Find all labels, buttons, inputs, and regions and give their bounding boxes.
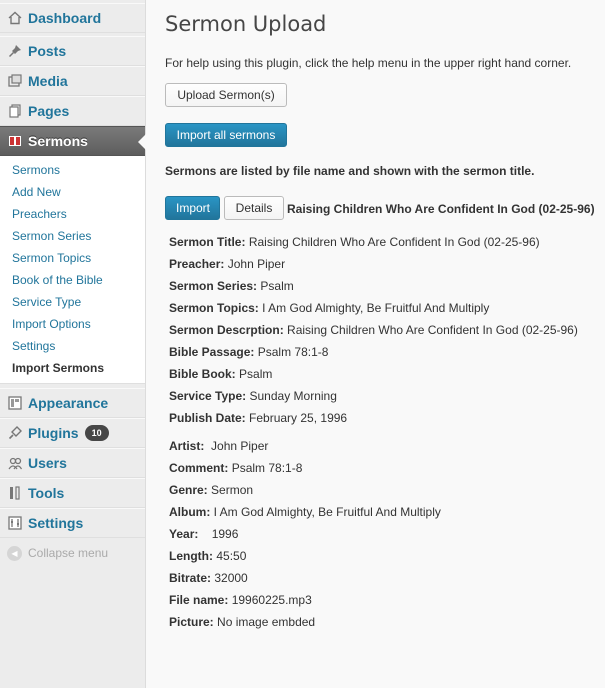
menu-label: Plugins [28, 425, 79, 441]
sermon-file-title: Raising Children Who Are Confident In Go… [287, 202, 595, 216]
submenu-book-of-bible[interactable]: Book of the Bible [0, 269, 145, 291]
sermons-submenu: Sermons Add New Preachers Sermon Series … [0, 156, 145, 384]
sermon-details-panel: Sermon Title: Raising Children Who Are C… [169, 231, 578, 633]
detail-genre: Genre: Sermon [169, 483, 254, 497]
admin-sidebar: Dashboard Posts Media Pages Sermons Serm… [0, 0, 146, 688]
detail-sermon-series: Sermon Series: Psalm [169, 279, 294, 293]
help-text: For help using this plugin, click the he… [165, 56, 572, 70]
media-icon [7, 73, 23, 89]
menu-label: Appearance [28, 395, 109, 411]
detail-year: Year: 1996 [169, 527, 239, 541]
collapse-label: Collapse menu [28, 546, 109, 560]
pages-icon [7, 103, 23, 119]
detail-sermon-topics: Sermon Topics: I Am God Almighty, Be Fru… [169, 301, 490, 315]
menu-label: Posts [28, 43, 67, 59]
detail-bible-book: Bible Book: Psalm [169, 367, 273, 381]
detail-publish-date: Publish Date: February 25, 1996 [169, 411, 348, 425]
detail-sermon-title: Sermon Title: Raising Children Who Are C… [169, 235, 540, 249]
detail-picture: Picture: No image embded [169, 615, 316, 629]
submenu-import-options[interactable]: Import Options [0, 313, 145, 335]
menu-label: Dashboard [28, 10, 102, 26]
details-button[interactable]: Details [224, 196, 284, 220]
menu-label: Sermons [28, 133, 88, 149]
menu-sermons[interactable]: Sermons [0, 126, 146, 156]
collapse-arrow-icon: ◀ [7, 545, 22, 561]
collapse-menu-button[interactable]: ◀ Collapse menu [0, 538, 145, 568]
plugin-update-count-badge: 10 [84, 425, 109, 441]
detail-comment: Comment: Psalm 78:1-8 [169, 461, 303, 475]
detail-length: Length: 45:50 [169, 549, 247, 563]
submenu-sermon-series[interactable]: Sermon Series [0, 225, 145, 247]
submenu-sermons[interactable]: Sermons [0, 159, 145, 181]
detail-bible-passage: Bible Passage: Psalm 78:1-8 [169, 345, 329, 359]
menu-users[interactable]: Users [0, 448, 145, 478]
detail-artist: Artist: John Piper [169, 439, 269, 453]
menu-posts[interactable]: Posts [0, 36, 145, 66]
import-all-sermons-button[interactable]: Import all sermons [165, 123, 287, 147]
submenu-preachers[interactable]: Preachers [0, 203, 145, 225]
detail-bitrate: Bitrate: 32000 [169, 571, 248, 585]
settings-icon [7, 515, 23, 531]
detail-file-name: File name: 19960225.mp3 [169, 593, 312, 607]
menu-plugins[interactable]: Plugins 10 [0, 418, 145, 448]
plug-icon [7, 425, 23, 441]
menu-media[interactable]: Media [0, 66, 145, 96]
appearance-icon [7, 395, 23, 411]
submenu-import-sermons[interactable]: Import Sermons [0, 357, 145, 379]
listing-description: Sermons are listed by file name and show… [165, 164, 535, 178]
menu-settings[interactable]: Settings [0, 508, 145, 538]
detail-service-type: Service Type: Sunday Morning [169, 389, 337, 403]
menu-label: Pages [28, 103, 70, 119]
import-button[interactable]: Import [165, 196, 220, 220]
submenu-add-new[interactable]: Add New [0, 181, 145, 203]
menu-appearance[interactable]: Appearance [0, 388, 145, 418]
tools-icon [7, 485, 23, 501]
submenu-service-type[interactable]: Service Type [0, 291, 145, 313]
menu-label: Media [28, 73, 68, 89]
menu-dashboard[interactable]: Dashboard [0, 3, 145, 33]
menu-tools[interactable]: Tools [0, 478, 145, 508]
submenu-sermon-topics[interactable]: Sermon Topics [0, 247, 145, 269]
menu-label: Settings [28, 515, 84, 531]
detail-sermon-description: Sermon Descrption: Raising Children Who … [169, 323, 578, 337]
detail-album: Album: I Am God Almighty, Be Fruitful An… [169, 505, 441, 519]
menu-pages[interactable]: Pages [0, 96, 145, 126]
book-icon [7, 133, 23, 149]
menu-label: Users [28, 455, 67, 471]
upload-sermons-button[interactable]: Upload Sermon(s) [165, 83, 287, 107]
pin-icon [7, 43, 23, 59]
users-icon [7, 455, 23, 471]
submenu-settings[interactable]: Settings [0, 335, 145, 357]
menu-label: Tools [28, 485, 65, 501]
detail-preacher: Preacher: John Piper [169, 257, 286, 271]
page-title: Sermon Upload [165, 12, 327, 36]
home-icon [7, 10, 23, 26]
